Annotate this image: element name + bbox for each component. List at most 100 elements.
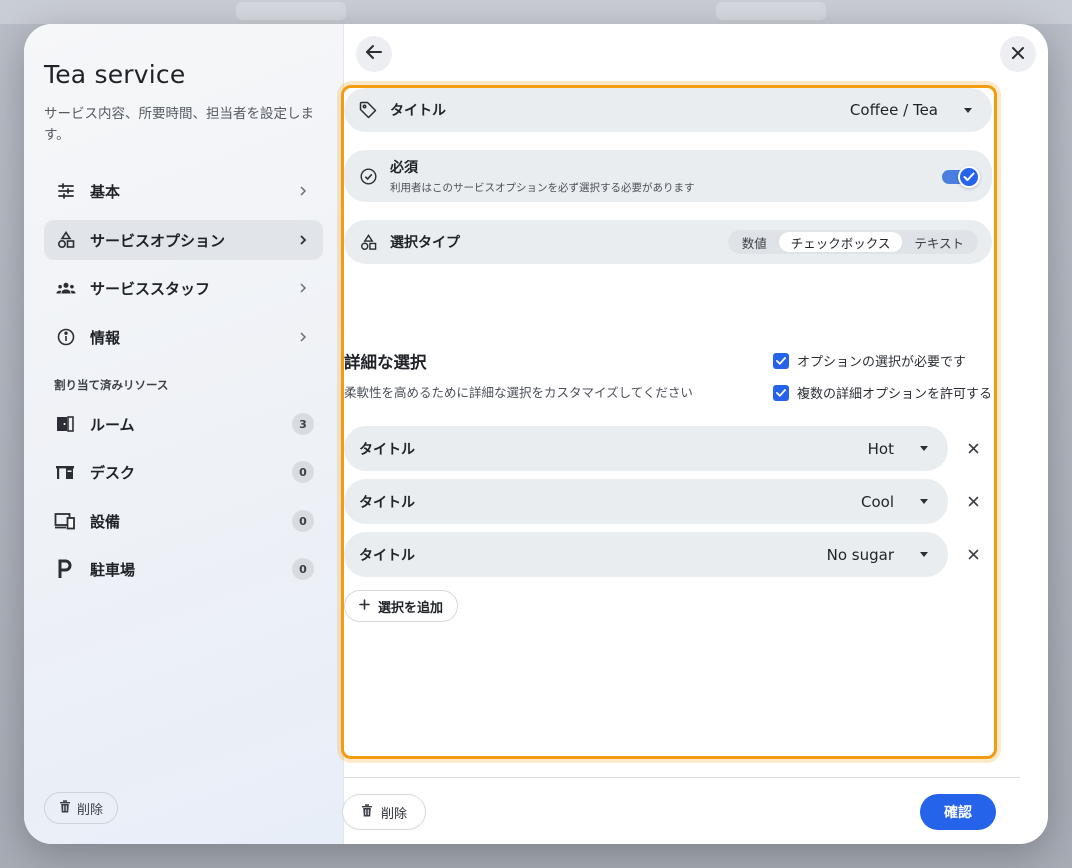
sidebar: Tea service サービス内容、所要時間、担当者を設定します。 基本 サー… [24, 24, 344, 844]
option-row[interactable]: タイトル Hot [344, 426, 948, 471]
desk-icon [54, 461, 76, 483]
main-panel: タイトル Coffee / Tea 必須 利用者はこのサービスオプションを必ず選… [341, 24, 1048, 844]
chevron-right-icon [293, 181, 313, 201]
select-type-label: 選択タイプ [390, 235, 460, 251]
sidebar-item-label: 情報 [90, 328, 121, 347]
resource-count-badge: 0 [292, 558, 314, 580]
option-row-value: No sugar [826, 545, 894, 564]
remove-option-button[interactable] [964, 439, 982, 457]
detail-section-title: 詳細な選択 [344, 353, 427, 372]
checkbox-label: オプションの選択が必要です [797, 355, 967, 370]
select-type-option-text[interactable]: テキスト [902, 232, 976, 252]
resource-label: 駐車場 [90, 560, 136, 579]
option-row-label: タイトル [359, 494, 415, 511]
required-row: 必須 利用者はこのサービスオプションを必ず選択する必要があります [344, 150, 992, 202]
resource-label: ルーム [90, 415, 135, 434]
resource-item-room[interactable]: ルーム 3 [54, 409, 314, 439]
option-row-value: Cool [861, 492, 894, 511]
sliders-icon [56, 181, 76, 201]
sidebar-delete-button[interactable]: 削除 [44, 792, 119, 824]
background-chip [236, 2, 346, 20]
close-icon [968, 545, 979, 564]
resource-item-equipment[interactable]: 設備 0 [54, 506, 314, 536]
footer-divider [344, 777, 1020, 778]
sidebar-item-service-staff[interactable]: サービススタッフ [44, 268, 323, 308]
resource-label: 設備 [90, 512, 121, 531]
checkbox-checked-icon [773, 384, 789, 401]
checkbox-label: 複数の詳細オプションを許可する [797, 387, 993, 402]
option-row-label: タイトル [359, 547, 415, 564]
trash-icon [361, 803, 373, 821]
resource-count-badge: 0 [292, 461, 314, 483]
sidebar-item-info[interactable]: 情報 [44, 317, 323, 357]
confirm-button[interactable]: 確認 [920, 794, 996, 830]
assigned-resources-heading: 割り当て済みリソース [54, 378, 169, 392]
tag-icon [358, 100, 378, 120]
add-option-button[interactable]: 選択を追加 [344, 590, 459, 622]
shapes-icon [358, 232, 378, 252]
close-icon [968, 439, 979, 458]
background-chip [716, 2, 826, 20]
detail-section-description: 柔軟性を高めるために詳細な選択をカスタマイズしてください [344, 385, 693, 400]
toggle-knob [958, 166, 980, 188]
resource-item-parking[interactable]: 駐車場 0 [54, 554, 314, 584]
option-row[interactable]: タイトル No sugar [344, 532, 948, 577]
caret-down-icon [920, 552, 928, 557]
required-row-sublabel: 利用者はこのサービスオプションを必ず選択する必要があります [390, 182, 695, 194]
required-toggle[interactable] [942, 166, 980, 188]
sidebar-item-label: サービススタッフ [90, 279, 211, 298]
plus-icon [359, 598, 370, 614]
devices-icon [54, 510, 76, 532]
group-icon [56, 278, 76, 298]
add-option-label: 選択を追加 [378, 600, 444, 616]
resource-count-badge: 3 [292, 413, 314, 435]
caret-down-icon [920, 499, 928, 504]
sidebar-title: Tea service [44, 60, 186, 89]
option-required-checkbox[interactable]: オプションの選択が必要です [773, 351, 966, 370]
sidebar-delete-label: 削除 [77, 802, 104, 818]
chevron-right-icon [293, 278, 313, 298]
close-icon [1011, 45, 1025, 64]
arrow-left-icon [365, 44, 383, 64]
caret-down-icon [920, 446, 928, 451]
sidebar-item-label: 基本 [90, 182, 121, 201]
close-button[interactable] [1000, 36, 1036, 72]
option-row-label: タイトル [359, 441, 415, 458]
delete-button[interactable]: 削除 [342, 794, 427, 830]
parking-icon [54, 558, 76, 580]
checkbox-checked-icon [773, 352, 789, 369]
trash-icon [59, 799, 71, 817]
title-select-value: Coffee / Tea [849, 101, 938, 119]
select-type-row: 選択タイプ 数値 チェックボックス テキスト [344, 220, 992, 264]
remove-option-button[interactable] [964, 545, 982, 563]
check-circle-icon [358, 166, 378, 186]
chevron-right-icon [293, 327, 313, 347]
remove-option-button[interactable] [964, 492, 982, 510]
back-button[interactable] [356, 36, 392, 72]
resource-item-desk[interactable]: デスク 0 [54, 457, 314, 487]
sidebar-description: サービス内容、所要時間、担当者を設定します。 [44, 106, 314, 143]
select-type-option-number[interactable]: 数値 [730, 232, 779, 252]
resource-label: デスク [90, 463, 136, 482]
option-row[interactable]: タイトル Cool [344, 479, 948, 524]
room-door-icon [54, 413, 76, 435]
title-row-label: タイトル [390, 103, 446, 119]
chevron-right-icon [293, 230, 313, 250]
delete-label: 削除 [381, 806, 408, 822]
required-row-label: 必須 [390, 160, 418, 176]
resource-count-badge: 0 [292, 510, 314, 532]
shapes-icon [56, 230, 76, 250]
select-type-option-checkbox[interactable]: チェックボックス [778, 232, 903, 252]
sidebar-item-basic[interactable]: 基本 [44, 171, 323, 211]
info-icon [56, 327, 76, 347]
option-row-value: Hot [867, 439, 894, 458]
sidebar-item-label: サービスオプション [90, 231, 226, 250]
service-settings-dialog: Tea service サービス内容、所要時間、担当者を設定します。 基本 サー… [24, 24, 1048, 844]
title-select-row[interactable]: タイトル Coffee / Tea [344, 88, 992, 132]
select-type-segmented-control: 数値 チェックボックス テキスト [727, 230, 978, 254]
sidebar-item-service-options[interactable]: サービスオプション [44, 220, 323, 260]
background-toolbar [0, 0, 1072, 24]
caret-down-icon [964, 107, 972, 113]
close-icon [968, 492, 979, 511]
allow-multiple-checkbox[interactable]: 複数の詳細オプションを許可する [773, 383, 992, 402]
